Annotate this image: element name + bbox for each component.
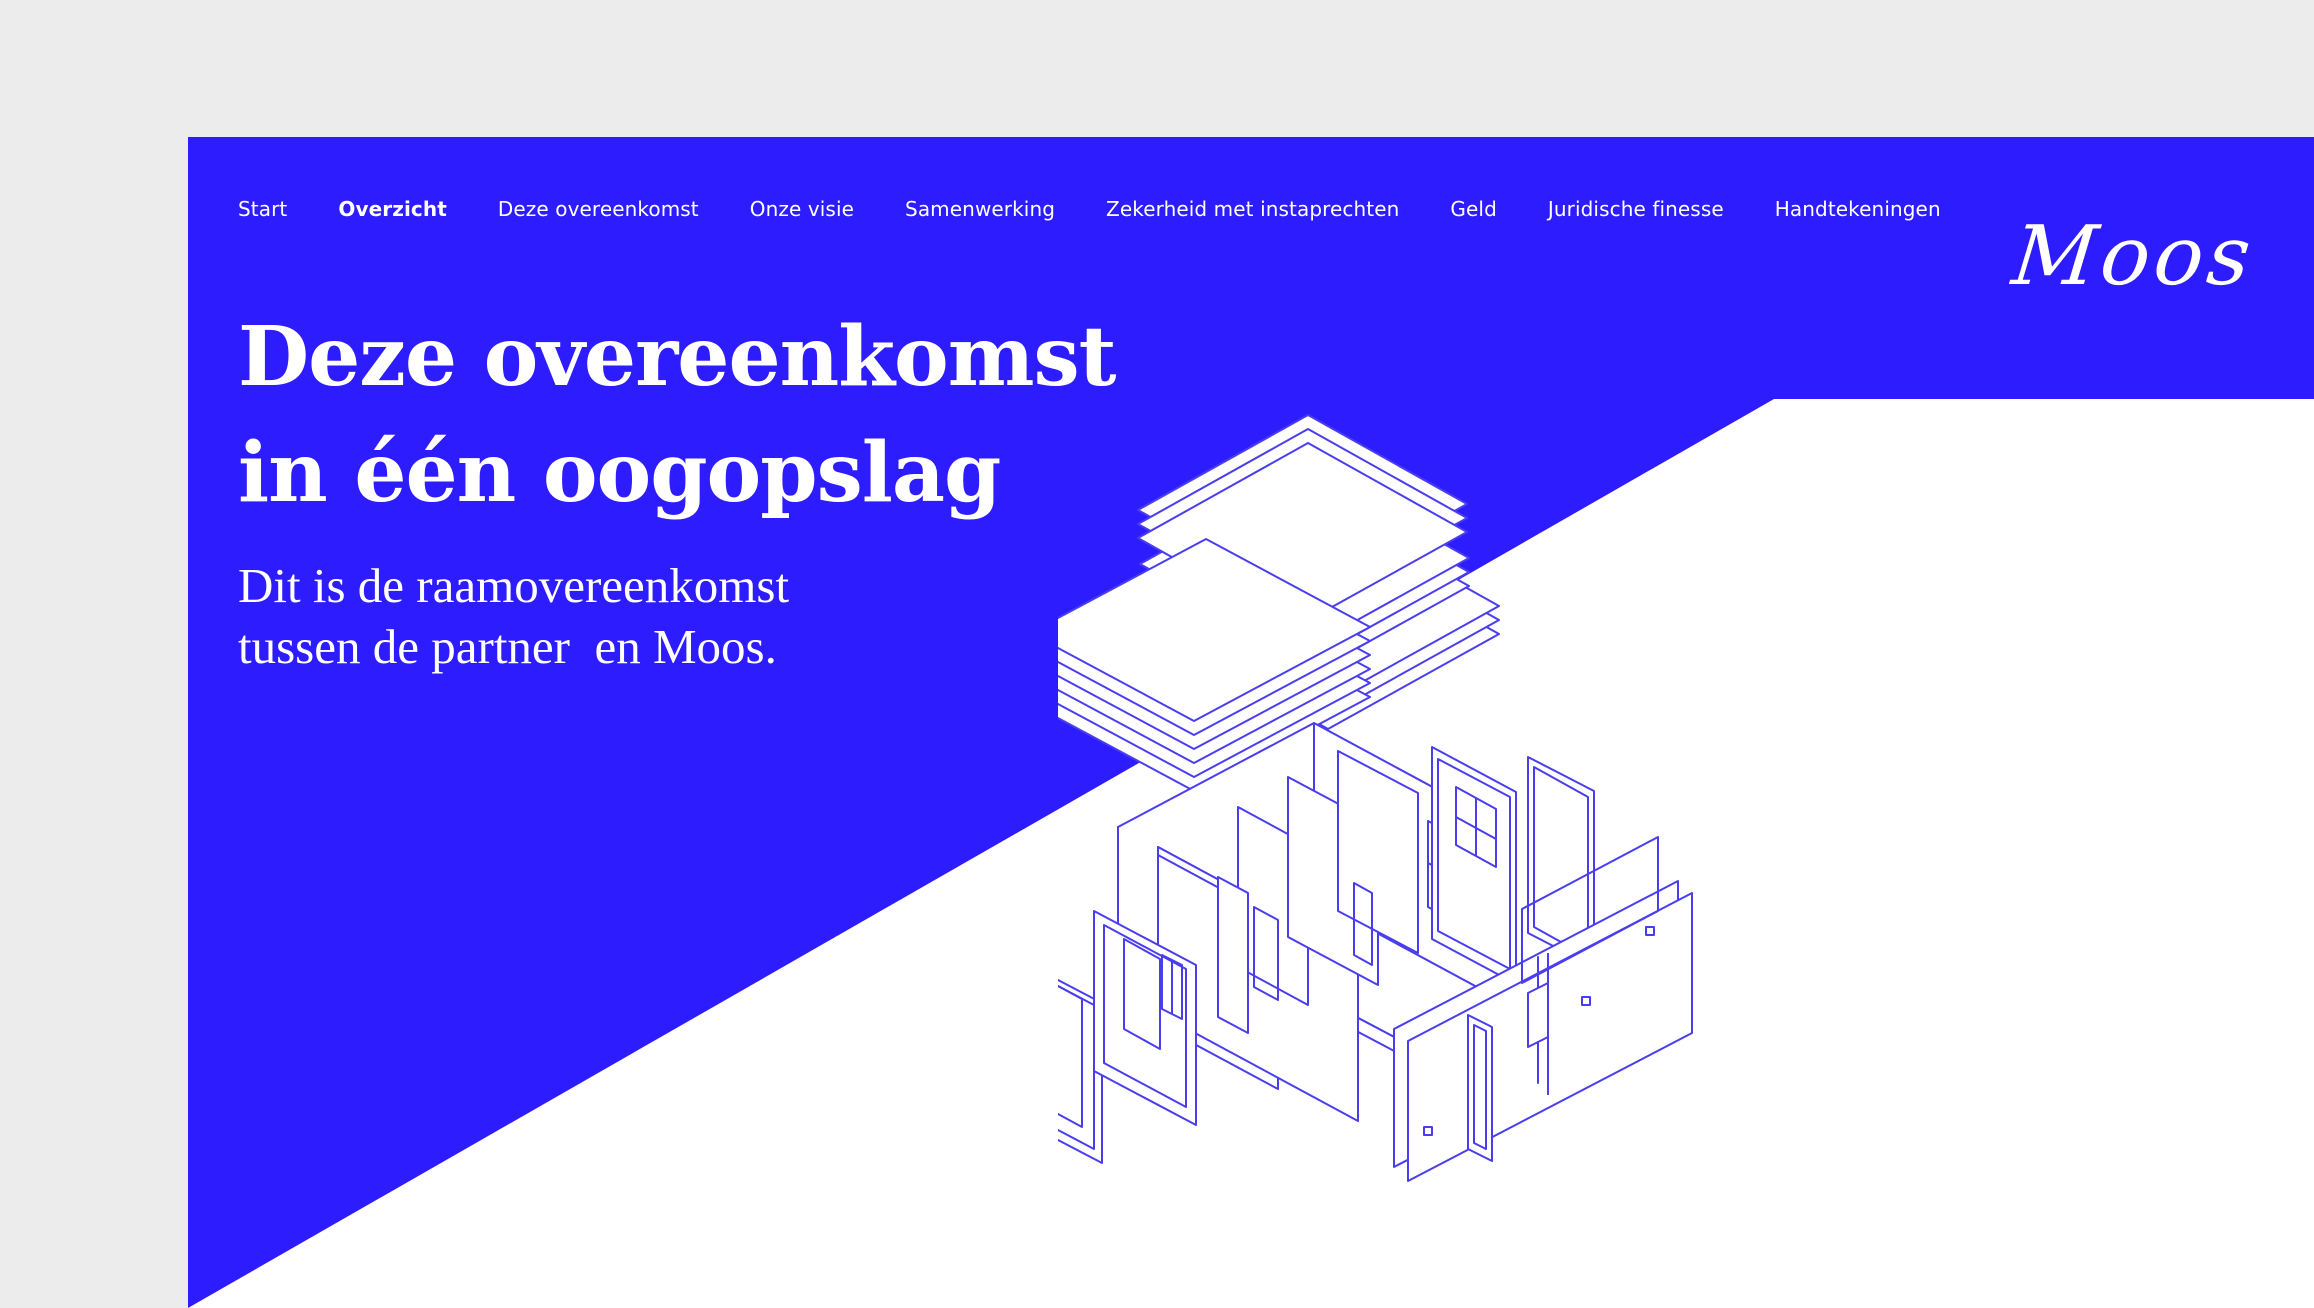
nav-item-juridische-finesse[interactable]: Juridische finesse <box>1548 197 1724 221</box>
nav-item-samenwerking[interactable]: Samenwerking <box>905 197 1055 221</box>
page-title-line-1: Deze overeenkomst <box>238 309 1117 405</box>
page-subtitle-line-1: Dit is de raamovereenkomst <box>238 558 790 613</box>
logo-text: Moos <box>2008 209 2259 304</box>
page-frame: Start Overzicht Deze overeenkomst Onze visi… <box>188 137 2314 1308</box>
nav-item-geld[interactable]: Geld <box>1450 197 1496 221</box>
exploded-isometric-house-icon <box>1058 414 1693 1182</box>
page-subtitle: Dit is de raamovereenkomst tussen de par… <box>238 555 789 677</box>
nav-item-zekerheid-met-instaprechten[interactable]: Zekerheid met instaprechten <box>1106 197 1399 221</box>
page-subtitle-line-2: tussen de partner en Moos. <box>238 619 777 674</box>
nav-item-handtekeningen[interactable]: Handtekeningen <box>1775 197 1941 221</box>
nav-item-deze-overeenkomst[interactable]: Deze overeenkomst <box>498 197 699 221</box>
nav-item-start[interactable]: Start <box>238 197 287 221</box>
nav-item-onze-visie[interactable]: Onze visie <box>750 197 854 221</box>
nav-item-overzicht[interactable]: Overzicht <box>338 197 447 221</box>
top-navigation: Start Overzicht Deze overeenkomst Onze visi… <box>238 189 1992 229</box>
moos-logo[interactable]: Moos <box>2008 207 2259 317</box>
